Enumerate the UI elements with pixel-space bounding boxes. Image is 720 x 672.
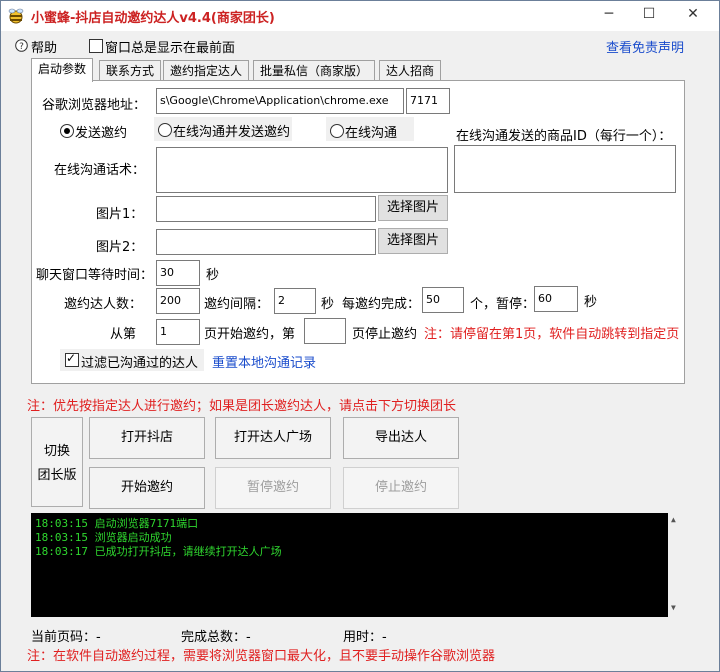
wait-time-label: 聊天窗口等待时间： — [36, 268, 154, 283]
switch-team-line2: 团长版 — [37, 468, 77, 483]
status-time: 用时：- — [343, 630, 387, 645]
product-id-textarea[interactable] — [454, 145, 676, 193]
radio-chat-only[interactable] — [330, 124, 344, 138]
disclaimer-link[interactable]: 查看免责声明 — [606, 37, 684, 56]
image1-label: 图片1： — [96, 207, 144, 222]
client-area: ? 帮助 窗口总是显示在最前面 查看免责声明 启动参数 联系方式 邀约指定达人 … — [1, 31, 719, 671]
export-button[interactable]: 导出达人 — [343, 417, 459, 459]
close-icon[interactable]: ✕ — [673, 3, 713, 27]
chrome-path-label: 谷歌浏览器地址： — [42, 98, 147, 113]
interval-input[interactable]: 2 — [274, 288, 316, 314]
wait-time-unit: 秒 — [206, 268, 220, 283]
chat-script-textarea[interactable] — [156, 147, 448, 193]
radio-send-invite-label[interactable]: 发送邀约 — [75, 122, 127, 141]
log-console[interactable]: 18:03:15 启动浏览器7171端口 18:03:15 浏览器启动成功 18… — [31, 513, 683, 617]
pause-input[interactable]: 60 — [534, 286, 578, 312]
minimize-icon[interactable]: ─ — [589, 3, 629, 27]
title-bar[interactable]: 小蜜蜂-抖店自动邀约达人v4.4(商家团长) ─ ☐ ✕ — [1, 1, 719, 31]
pause-label: 个，暂停： — [470, 297, 536, 312]
switch-team-button[interactable]: 切换 团长版 — [31, 417, 83, 507]
tab-contact[interactable]: 联系方式 — [99, 60, 162, 81]
window-title: 小蜜蜂-抖店自动邀约达人v4.4(商家团长) — [31, 11, 275, 26]
start-invite-button[interactable]: 开始邀约 — [89, 467, 205, 509]
invite-count-label: 邀约达人数： — [64, 297, 143, 312]
start-params-panel: 谷歌浏览器地址： s\Google\Chrome\Application\chr… — [31, 80, 685, 384]
choose-image2-button[interactable]: 选择图片 — [378, 228, 448, 254]
stop-invite-button[interactable]: 停止邀约 — [343, 467, 459, 509]
help-icon[interactable]: ? — [15, 39, 28, 52]
log-line: 18:03:17 已成功打开抖店，请继续打开达人广场 — [35, 545, 282, 558]
from-page-label: 从第 — [110, 327, 137, 342]
tab-bulk-message[interactable]: 批量私信（商家版） — [253, 60, 376, 81]
scroll-down-icon[interactable]: ▼ — [671, 603, 676, 612]
reset-history-link[interactable]: 重置本地沟通记录 — [212, 352, 316, 371]
interval-unit: 秒 — [321, 297, 335, 312]
bee-icon — [8, 8, 24, 24]
choose-image1-button[interactable]: 选择图片 — [378, 195, 448, 221]
image1-input[interactable] — [156, 196, 376, 222]
interval-label: 邀约间隔： — [204, 297, 270, 312]
port-input[interactable]: 7171 — [406, 88, 450, 114]
radio-chat-only-label[interactable]: 在线沟通 — [345, 122, 397, 141]
status-total: 完成总数：- — [181, 630, 251, 645]
end-page-input[interactable] — [304, 318, 346, 344]
start-page-label: 页开始邀约，第 — [204, 327, 296, 342]
from-page-input[interactable]: 1 — [156, 319, 200, 345]
status-page: 当前页码：- — [31, 630, 101, 645]
tab-invite-specific[interactable]: 邀约指定达人 — [163, 60, 250, 81]
app-window: 小蜜蜂-抖店自动邀约达人v4.4(商家团长) ─ ☐ ✕ ? 帮助 窗口总是显示… — [0, 0, 720, 672]
image2-label: 图片2： — [96, 240, 144, 255]
radio-chat-and-invite[interactable] — [158, 123, 172, 137]
open-plaza-button[interactable]: 打开达人广场 — [215, 417, 331, 459]
batch-label: 每邀约完成： — [342, 297, 421, 312]
radio-chat-and-invite-label[interactable]: 在线沟通并发送邀约 — [173, 121, 290, 140]
scroll-up-icon[interactable]: ▲ — [671, 515, 676, 524]
filter-checkbox[interactable] — [65, 351, 79, 367]
browser-note: 注：在软件自动邀约过程，需要将浏览器窗口最大化，且不要手动操作谷歌浏览器 — [27, 649, 496, 664]
maximize-icon[interactable]: ☐ — [629, 3, 669, 27]
help-menu[interactable]: 帮助 — [31, 37, 57, 56]
radio-send-invite[interactable] — [60, 124, 74, 138]
chrome-path-input[interactable]: s\Google\Chrome\Application\chrome.exe — [156, 88, 404, 114]
topmost-label[interactable]: 窗口总是显示在最前面 — [105, 37, 235, 56]
wait-time-input[interactable]: 30 — [156, 260, 200, 286]
team-note: 注：优先按指定达人进行邀约；如果是团长邀约达人，请点击下方切换团长 — [27, 399, 457, 414]
page-note: 注：请停留在第1页，软件自动跳转到指定页 — [424, 327, 680, 342]
batch-input[interactable]: 50 — [422, 287, 464, 313]
tab-start-params[interactable]: 启动参数 — [31, 58, 94, 82]
topmost-checkbox[interactable] — [89, 39, 103, 53]
pause-invite-button[interactable]: 暂停邀约 — [215, 467, 331, 509]
tab-recruit[interactable]: 达人招商 — [379, 60, 442, 81]
open-store-button[interactable]: 打开抖店 — [89, 417, 205, 459]
switch-team-line1: 切换 — [43, 444, 70, 459]
product-id-label: 在线沟通发送的商品ID（每行一个）： — [456, 129, 672, 144]
svg-text:?: ? — [19, 42, 24, 52]
invite-count-input[interactable]: 200 — [156, 288, 200, 314]
filter-label[interactable]: 过滤已沟通过的达人 — [81, 352, 198, 371]
chat-script-label: 在线沟通话术： — [54, 163, 146, 178]
log-scrollbar[interactable]: ▲ ▼ — [668, 513, 683, 617]
image2-input[interactable] — [156, 229, 376, 255]
stop-page-label: 页停止邀约 — [352, 327, 418, 342]
pause-unit: 秒 — [584, 295, 598, 310]
